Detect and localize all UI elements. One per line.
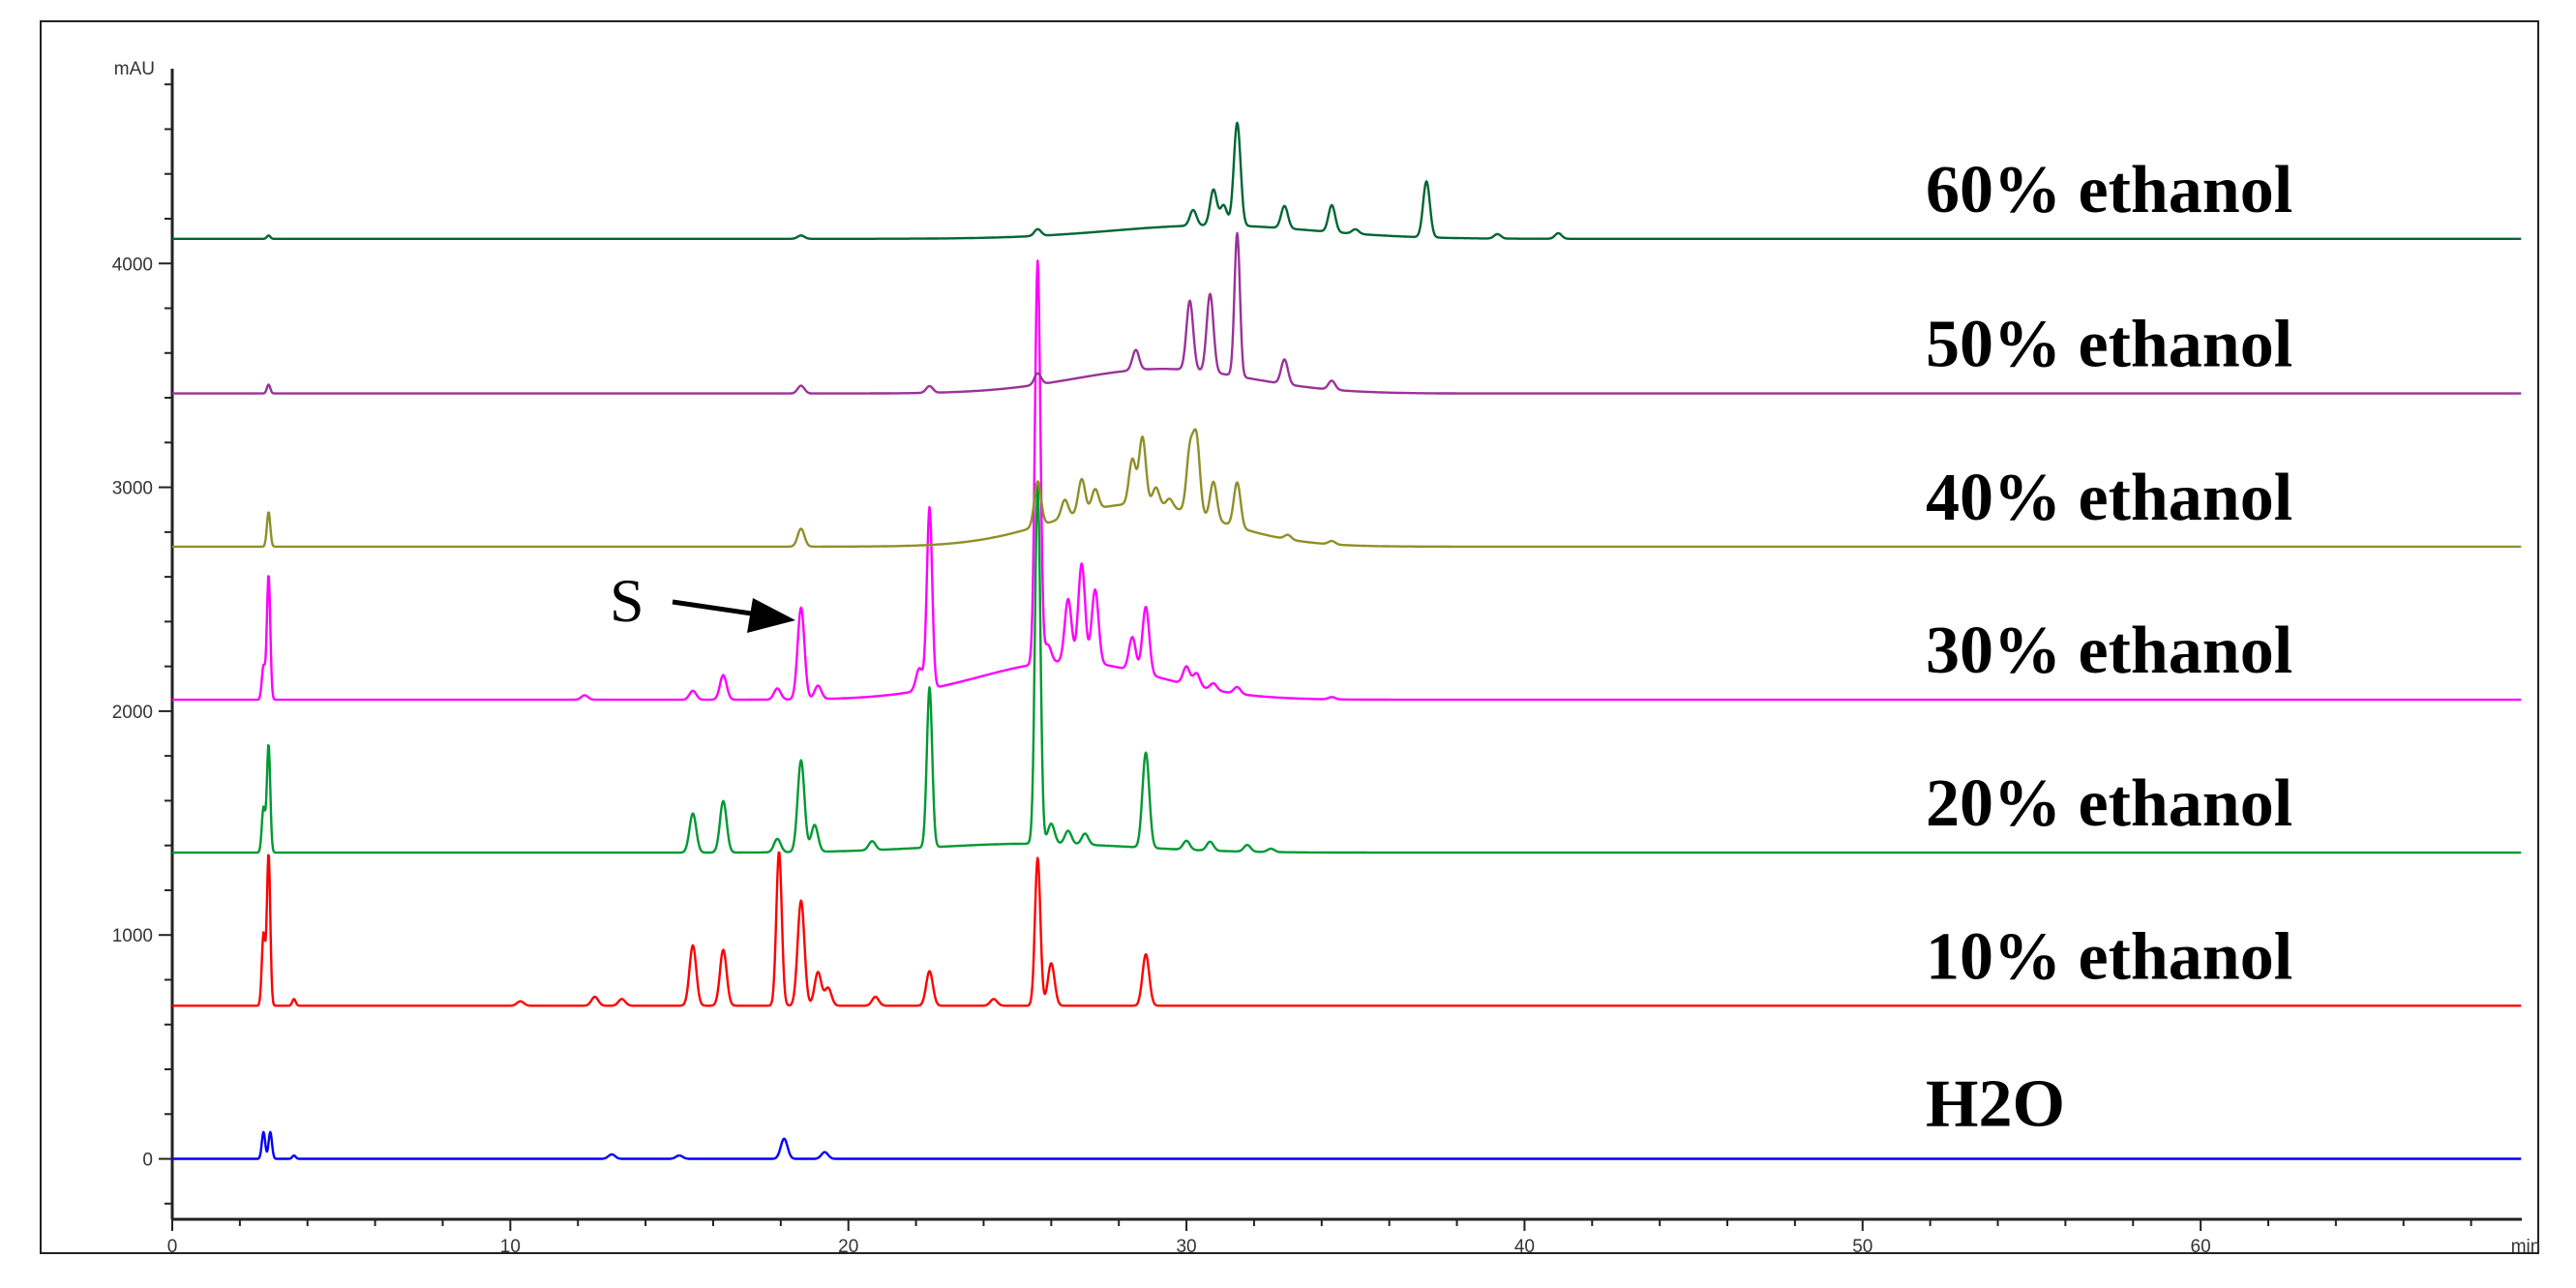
y-tick-label: 1000 xyxy=(112,926,153,946)
trace-label: 20% ethanol xyxy=(1926,766,2292,841)
x-tick-label: 60 xyxy=(2191,1237,2211,1257)
x-tick-label: 40 xyxy=(1514,1237,1535,1257)
trace-label: 60% ethanol xyxy=(1926,153,2292,227)
y-tick-label: 3000 xyxy=(112,479,153,499)
trace-label: 50% ethanol xyxy=(1926,308,2292,382)
y-tick-label: 0 xyxy=(142,1151,153,1171)
x-tick-label: 20 xyxy=(838,1237,858,1257)
chromatogram-chart: 0 1000 2000 3000 4000 mAU 0 10 20 30 40 50 60 min H2O… xyxy=(40,20,2541,1257)
trace-label: 10% ethanol xyxy=(1926,919,2292,994)
x-tick-label: 0 xyxy=(167,1237,178,1257)
y-tick-label: 2000 xyxy=(112,703,153,723)
y-tick-label: 4000 xyxy=(112,255,153,275)
trace-label: H2O xyxy=(1926,1067,2065,1142)
x-tick-label: 10 xyxy=(500,1237,521,1257)
annotation-s-label: S xyxy=(610,566,644,635)
x-tick-label: 30 xyxy=(1176,1237,1196,1257)
x-axis-title: min xyxy=(2511,1237,2541,1257)
trace-label: 40% ethanol xyxy=(1926,461,2292,535)
x-tick-label: 50 xyxy=(1852,1237,1872,1257)
trace-label: 30% ethanol xyxy=(1926,614,2292,688)
y-axis-title: mAU xyxy=(114,59,155,79)
